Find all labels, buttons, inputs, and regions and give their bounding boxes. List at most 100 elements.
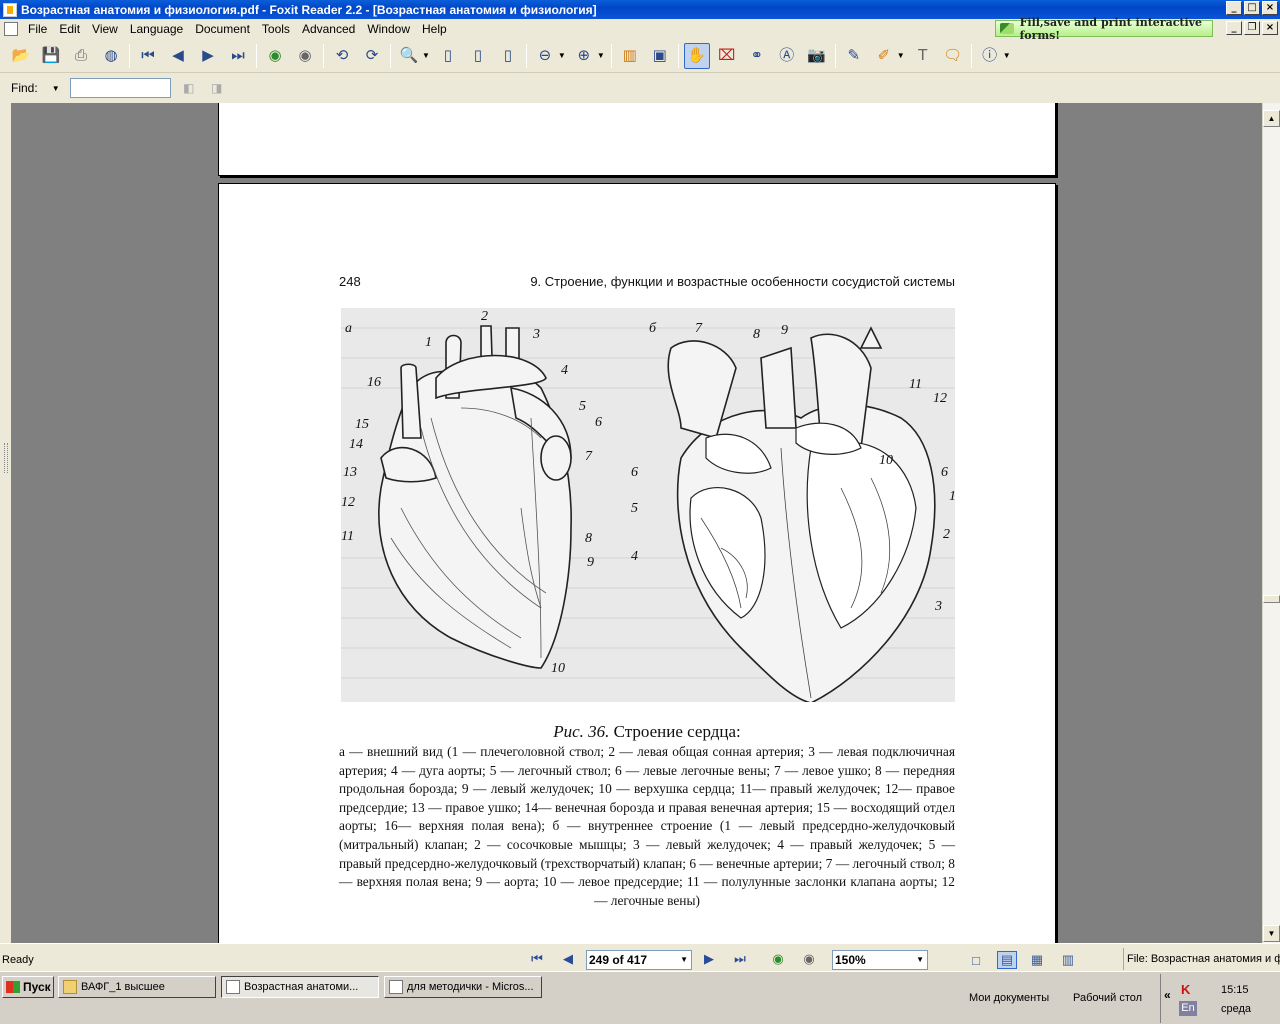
forward-circle-icon: ◉ xyxy=(298,46,312,64)
menu-help[interactable]: Help xyxy=(416,22,453,36)
note-tool-button[interactable]: ✎ xyxy=(841,43,867,69)
zoom-out-dropdown[interactable]: ▼ xyxy=(558,51,566,60)
task-foxit[interactable]: Возрастная анатоми... xyxy=(221,976,379,998)
fill-forms-banner[interactable]: Fill,save and print interactive forms! xyxy=(995,16,1213,42)
fit-page-button[interactable]: ▯ xyxy=(465,43,491,69)
task-word[interactable]: для методички - Micros... xyxy=(384,976,542,998)
about-dropdown[interactable]: ▼ xyxy=(1003,51,1011,60)
clock-time[interactable]: 15:15 xyxy=(1221,984,1249,996)
task-folder[interactable]: ВАФГ_1 высшее xyxy=(58,976,216,998)
info-icon: ⓘ xyxy=(982,46,998,64)
full-screen-button[interactable]: ▣ xyxy=(647,43,673,69)
web-button[interactable]: ◍ xyxy=(98,43,124,69)
scroll-thumb[interactable] xyxy=(1263,595,1280,603)
highlight-dropdown[interactable]: ▼ xyxy=(897,51,905,60)
typewriter-icon: T xyxy=(918,46,928,64)
binoculars-icon: ⚭ xyxy=(750,46,764,64)
camera-button[interactable]: 📷 xyxy=(804,43,830,69)
status-last-page-button[interactable]: ⏭ xyxy=(731,950,749,968)
hand-tool-button[interactable]: ✋ xyxy=(683,42,710,69)
rotate-left-button[interactable]: ⟲ xyxy=(329,43,355,69)
menu-tools[interactable]: Tools xyxy=(256,22,296,36)
bookmarks-button[interactable]: ▥ xyxy=(617,43,643,69)
toolbar-separator xyxy=(256,43,257,68)
comment-button[interactable]: 🗨 xyxy=(940,43,966,69)
menu-window[interactable]: Window xyxy=(361,22,416,36)
language-indicator[interactable]: En xyxy=(1179,1001,1197,1016)
status-next-page-button[interactable]: ▶ xyxy=(700,950,718,968)
doc-minimize-button[interactable]: _ xyxy=(1226,21,1242,35)
document-icon[interactable] xyxy=(4,22,18,36)
panel-grip[interactable] xyxy=(4,443,8,473)
navigation-panel-strip[interactable] xyxy=(0,103,12,943)
snapshot-button[interactable]: ⚭ xyxy=(744,43,770,69)
doc-restore-button[interactable]: ❐ xyxy=(1244,21,1260,35)
foxit-app-icon[interactable] xyxy=(3,2,17,17)
quick-link-desktop[interactable]: Рабочий стол xyxy=(1073,992,1142,1004)
start-button[interactable]: Пуск xyxy=(2,976,54,998)
zoom-value: 150% xyxy=(835,953,866,967)
windows-taskbar: Пуск ВАФГ_1 высшее Возрастная анатоми...… xyxy=(0,971,1280,1024)
close-button[interactable]: × xyxy=(1262,1,1278,15)
select-text-button[interactable]: ⌧ xyxy=(714,43,740,69)
vertical-scrollbar[interactable]: ▲ ▼ xyxy=(1262,103,1280,943)
save-button[interactable]: 💾 xyxy=(38,43,64,69)
minimize-button[interactable]: _ xyxy=(1226,1,1242,15)
typewriter-button[interactable]: T xyxy=(910,43,936,69)
quick-link-my-documents[interactable]: Мои документы xyxy=(969,992,1049,1004)
first-page-icon: ⏮ xyxy=(531,951,543,967)
document-view[interactable]: 248 9. Строение, функции и возрастные ос… xyxy=(0,103,1262,943)
menu-edit[interactable]: Edit xyxy=(53,22,86,36)
forward-button[interactable]: ◉ xyxy=(292,43,318,69)
rotate-right-button[interactable]: ⟳ xyxy=(359,43,385,69)
first-page-button[interactable]: ⏮ xyxy=(135,43,161,69)
doc-close-button[interactable]: × xyxy=(1262,21,1278,35)
scroll-up-button[interactable]: ▲ xyxy=(1263,110,1280,127)
highlight-button[interactable]: ✐ xyxy=(871,43,897,69)
actual-size-button[interactable]: ▯ xyxy=(435,43,461,69)
facing-view-button[interactable]: ▦ xyxy=(1027,951,1047,969)
fill-forms-text: Fill,save and print interactive forms! xyxy=(1019,15,1203,42)
heart-external-view xyxy=(378,325,572,669)
zoom-in-button[interactable]: ⊕ xyxy=(571,43,597,69)
last-page-button[interactable]: ⏭ xyxy=(225,43,251,69)
kaspersky-icon[interactable]: K xyxy=(1181,982,1193,997)
open-button[interactable]: 📂 xyxy=(8,43,34,69)
menu-advanced[interactable]: Advanced xyxy=(296,22,361,36)
menu-document[interactable]: Document xyxy=(189,22,256,36)
find-input[interactable] xyxy=(69,78,171,98)
single-page-view-button[interactable]: □ xyxy=(966,951,986,969)
page-indicator: 249 of 417 xyxy=(589,953,648,967)
heart-illustration: а 1 2 3 4 5 6 7 8 9 10 11 12 13 14 15 16… xyxy=(341,309,955,702)
zoom-out-button[interactable]: ⊖ xyxy=(532,43,558,69)
find-options-dropdown[interactable]: ▼ xyxy=(52,84,60,93)
zoom-select[interactable]: 150% ▼ xyxy=(832,950,928,970)
scroll-down-button[interactable]: ▼ xyxy=(1263,925,1280,942)
page-number-box[interactable]: 249 of 417 ▼ xyxy=(586,950,692,970)
fit-width-button[interactable]: ▯ xyxy=(495,43,521,69)
continuous-facing-view-button[interactable]: ▥ xyxy=(1058,951,1078,969)
menu-view[interactable]: View xyxy=(86,22,124,36)
hand-icon: ✋ xyxy=(687,46,707,64)
text-viewer-button[interactable]: Ⓐ xyxy=(774,43,800,69)
status-back-button[interactable]: ◉ xyxy=(769,950,787,968)
find-previous-button[interactable]: ◧ xyxy=(179,78,199,98)
back-button[interactable]: ◉ xyxy=(262,43,288,69)
pen-icon xyxy=(1000,23,1014,34)
status-prev-page-button[interactable]: ◀ xyxy=(559,950,577,968)
prev-page-button[interactable]: ◀ xyxy=(165,43,191,69)
continuous-view-button[interactable]: ▤ xyxy=(997,951,1017,969)
status-forward-button[interactable]: ◉ xyxy=(800,950,818,968)
find-next-button[interactable]: ◨ xyxy=(207,78,227,98)
zoom-tool-button[interactable]: 🔍 xyxy=(396,43,422,69)
menu-language[interactable]: Language xyxy=(124,22,189,36)
next-page-button[interactable]: ▶ xyxy=(195,43,221,69)
about-button[interactable]: ⓘ xyxy=(977,43,1003,69)
menu-file[interactable]: File xyxy=(22,22,53,36)
zoom-tool-dropdown[interactable]: ▼ xyxy=(422,51,430,60)
print-button[interactable]: ⎙ xyxy=(68,43,94,69)
full-screen-icon: ▣ xyxy=(652,46,667,64)
status-first-page-button[interactable]: ⏮ xyxy=(528,950,546,968)
zoom-in-dropdown[interactable]: ▼ xyxy=(597,51,605,60)
maximize-button[interactable]: □ xyxy=(1244,1,1260,15)
